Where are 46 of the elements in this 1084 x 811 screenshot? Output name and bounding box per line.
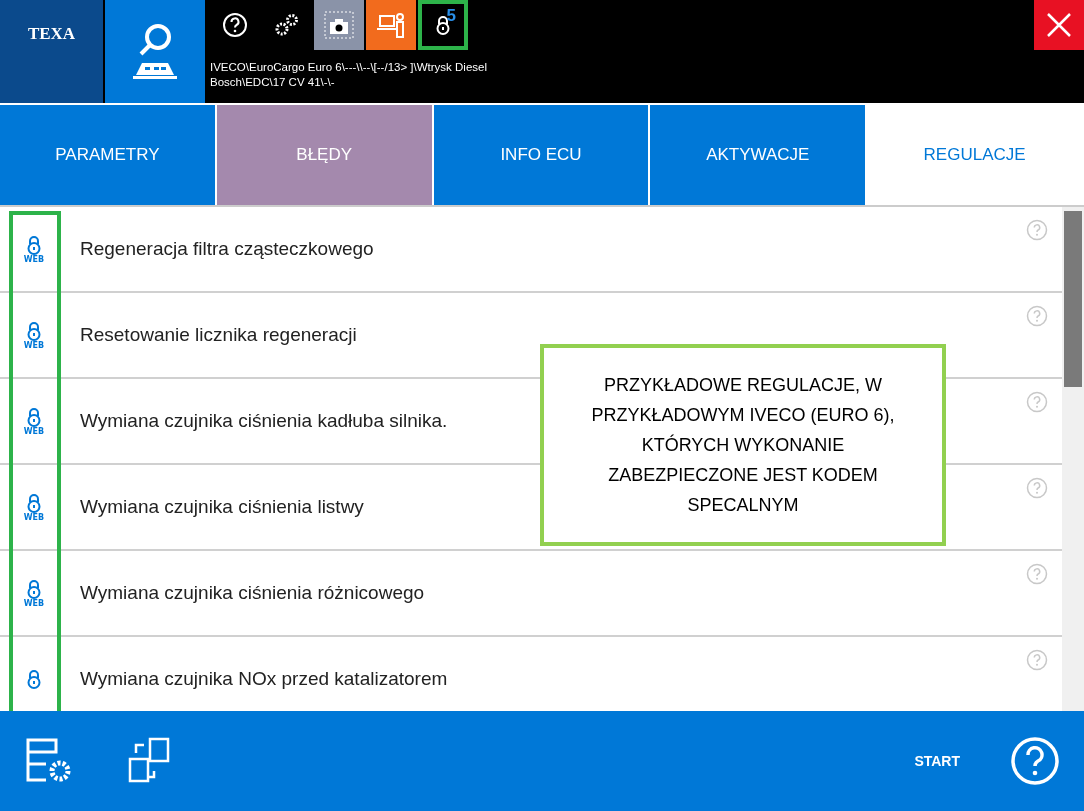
help-icon[interactable] bbox=[1026, 477, 1048, 499]
help-icon bbox=[222, 12, 248, 38]
annotation-callout: PRZYKŁADOWE REGULACJE, W PRZYKŁADOWYM IVECO (EURO 6), KTÓRYCH WYKONANIE ZABEZPIECZONE JEST KODEM SPECALNYM bbox=[540, 344, 946, 546]
help-icon[interactable] bbox=[1026, 305, 1048, 327]
vehicle-search-button[interactable] bbox=[105, 0, 205, 103]
web-label: WEB bbox=[23, 426, 45, 436]
adjustment-row[interactable]: WEB Regeneracja filtra cząsteczkowego bbox=[0, 207, 1062, 293]
gears-icon bbox=[273, 12, 301, 38]
padlock-icon bbox=[26, 234, 42, 255]
help-icon bbox=[1010, 736, 1060, 786]
padlock-icon bbox=[26, 320, 42, 341]
close-icon bbox=[1046, 12, 1072, 38]
tab[interactable]: INFO ECU bbox=[433, 105, 651, 205]
tab[interactable]: PARAMETRY bbox=[0, 105, 217, 205]
padlock-icon bbox=[26, 669, 42, 689]
camera-icon bbox=[324, 11, 354, 39]
padlock-icon bbox=[26, 406, 42, 427]
help-icon[interactable] bbox=[1026, 219, 1048, 241]
web-label: WEB bbox=[23, 512, 45, 522]
adjustment-name: Regeneracja filtra cząsteczkowego bbox=[80, 238, 374, 260]
help-button[interactable] bbox=[1010, 736, 1060, 786]
start-button[interactable]: START bbox=[914, 753, 960, 769]
adjustment-name: Wymiana czujnika ciśnienia kadłuba silnika. bbox=[80, 410, 448, 432]
count-label: 5 bbox=[446, 6, 456, 26]
web-label: WEB bbox=[23, 598, 45, 608]
web-label: WEB bbox=[23, 340, 45, 350]
close-button[interactable] bbox=[1034, 0, 1084, 50]
padlock-icon bbox=[26, 578, 42, 599]
tab[interactable]: BŁĘDY bbox=[216, 105, 434, 205]
adjustment-name: Wymiana czujnika ciśnienia różnicowego bbox=[80, 582, 425, 604]
adjustment-name: Resetowanie licznika regeneracji bbox=[80, 324, 357, 346]
padlock-icon bbox=[26, 492, 42, 513]
adjustment-name: Wymiana czujnika NOx przed katalizatorem bbox=[80, 668, 448, 690]
web-label: WEB bbox=[23, 254, 45, 264]
texa-logo: TEXA bbox=[0, 0, 103, 103]
toolbar-button[interactable]: 5 bbox=[418, 0, 468, 50]
adjustment-name: Wymiana czujnika ciśnienia listwy bbox=[80, 496, 364, 518]
help-icon[interactable] bbox=[1026, 391, 1048, 413]
adjustment-row[interactable]: WEB Wymiana czujnika ciśnienia różnicowego bbox=[0, 551, 1062, 637]
scrollbar-thumb[interactable] bbox=[1064, 211, 1082, 387]
tab[interactable]: AKTYWACJE bbox=[650, 105, 868, 205]
help-icon[interactable] bbox=[1026, 563, 1048, 585]
vehicle-path: IVECO\EuroCargo Euro 6\---\\--\[--/13> ]\Wtrysk Diesel Bosch\EDC\17 CV 41\-\- bbox=[210, 60, 489, 90]
magnifier-vehicle-icon bbox=[130, 22, 180, 81]
laptop-person-icon bbox=[376, 12, 406, 38]
help-icon[interactable] bbox=[1026, 649, 1048, 671]
